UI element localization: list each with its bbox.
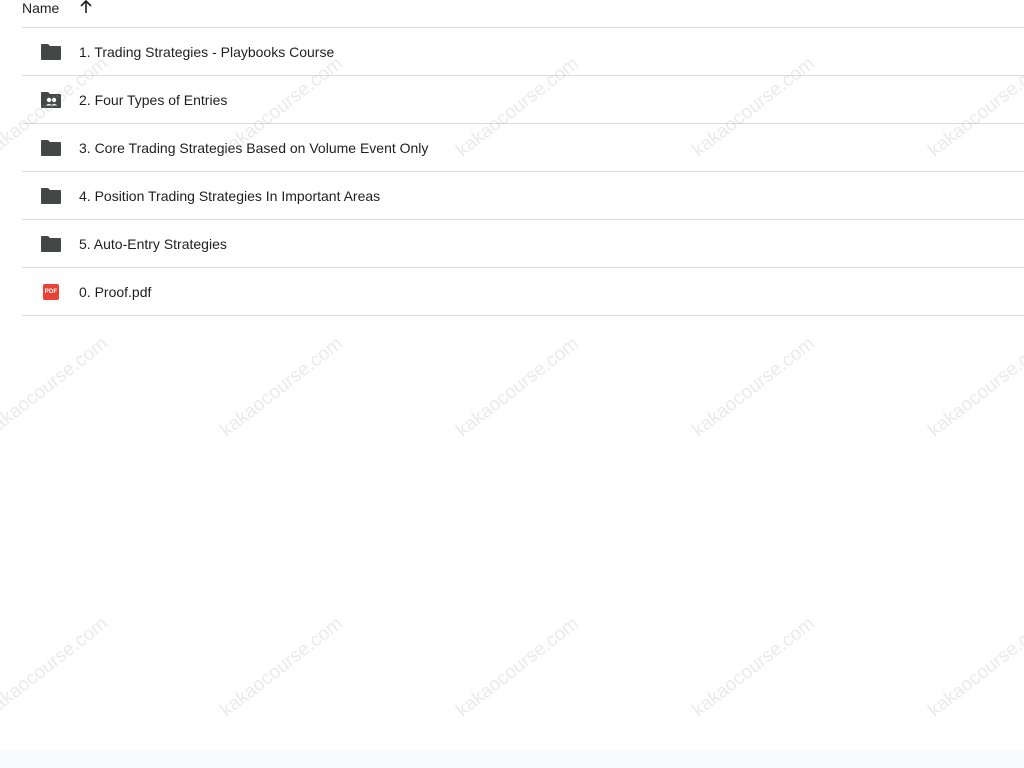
arrow-up-icon[interactable]	[79, 0, 93, 14]
item-label: 1. Trading Strategies - Playbooks Course	[79, 43, 335, 60]
folder-icon	[40, 185, 62, 207]
item-label: 0. Proof.pdf	[79, 283, 152, 300]
pdf-icon: PDF	[40, 281, 62, 303]
item-label: 5. Auto-Entry Strategies	[79, 235, 227, 252]
folder-icon	[40, 41, 62, 63]
watermark: kakaocourse.com	[0, 612, 112, 722]
item-label: 3. Core Trading Strategies Based on Volu…	[79, 139, 429, 156]
watermark: kakaocourse.com	[0, 332, 112, 442]
list-header: Name	[22, 0, 1024, 28]
list-item[interactable]: 4. Position Trading Strategies In Import…	[22, 172, 1024, 220]
file-list-page: Name 1. Trading Strategies - Playbooks C…	[0, 0, 1024, 768]
list-item[interactable]: 2. Four Types of Entries	[22, 76, 1024, 124]
folder-icon	[40, 233, 62, 255]
bottom-bar	[0, 750, 1024, 768]
watermark: kakaocourse.com	[924, 332, 1024, 442]
folder-icon	[40, 137, 62, 159]
name-column-header[interactable]: Name	[22, 0, 59, 16]
list-item[interactable]: 3. Core Trading Strategies Based on Volu…	[22, 124, 1024, 172]
shared-folder-icon	[40, 89, 62, 111]
item-label: 4. Position Trading Strategies In Import…	[79, 187, 381, 204]
file-list: 1. Trading Strategies - Playbooks Course…	[22, 28, 1024, 316]
watermark: kakaocourse.com	[688, 612, 819, 722]
list-item[interactable]: 5. Auto-Entry Strategies	[22, 220, 1024, 268]
watermark: kakaocourse.com	[452, 332, 583, 442]
list-item[interactable]: PDF 0. Proof.pdf	[22, 268, 1024, 316]
watermark: kakaocourse.com	[216, 612, 347, 722]
watermark: kakaocourse.com	[216, 332, 347, 442]
pdf-badge: PDF	[43, 283, 59, 300]
list-item[interactable]: 1. Trading Strategies - Playbooks Course	[22, 28, 1024, 76]
watermark: kakaocourse.com	[924, 612, 1024, 722]
item-label: 2. Four Types of Entries	[79, 91, 228, 108]
watermark: kakaocourse.com	[452, 612, 583, 722]
watermark: kakaocourse.com	[688, 332, 819, 442]
